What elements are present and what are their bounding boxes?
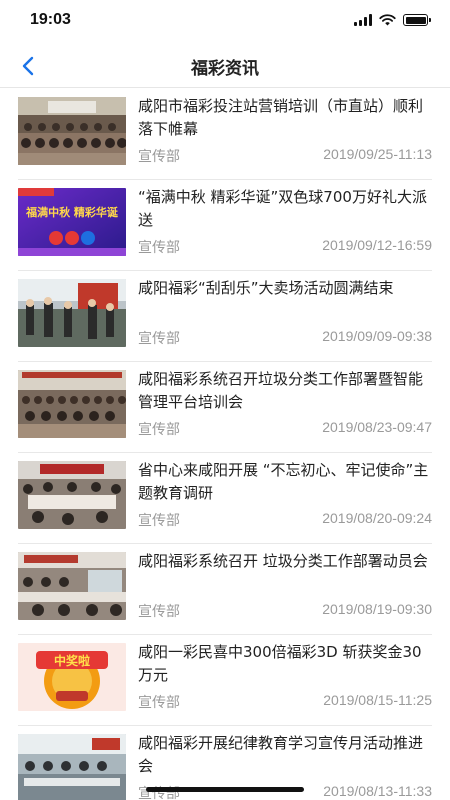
news-title: 咸阳市福彩投注站营销培训（市直站）顺利落下帷幕 xyxy=(138,97,424,138)
news-thumbnail xyxy=(18,734,126,800)
news-thumbnail: 福满中秋 精彩华诞 xyxy=(18,188,126,256)
news-item[interactable]: 省中心来咸阳开展 “不忘初心、牢记使命”主题教育调研 宣传部 2019/08/2… xyxy=(18,453,432,544)
news-date: 2019/08/20-09:24 xyxy=(322,510,432,526)
news-date: 2019/09/09-09:38 xyxy=(322,328,432,344)
news-item[interactable]: 咸阳市福彩投注站营销培训（市直站）顺利落下帷幕 宣传部 2019/09/25-1… xyxy=(18,89,432,180)
news-list[interactable]: 咸阳市福彩投注站营销培训（市直站）顺利落下帷幕 宣传部 2019/09/25-1… xyxy=(0,89,450,800)
news-title: 咸阳一彩民喜中300倍福彩3D 斩获奖金30万元 xyxy=(138,643,422,684)
news-source: 宣传部 xyxy=(138,604,180,620)
news-date: 2019/08/19-09:30 xyxy=(322,601,432,617)
news-title: 咸阳福彩开展纪律教育学习宣传月活动推进会 xyxy=(138,734,424,775)
thumbnail-banner-text: 福满中秋 精彩华诞 xyxy=(25,205,119,219)
news-item[interactable]: 中奖啦 咸阳一彩民喜中300倍福彩3D 斩获奖金30万元 宣传部 2019/08… xyxy=(18,635,432,726)
news-item[interactable]: 咸阳福彩“刮刮乐”大卖场活动圆满结束 宣传部 2019/09/09-09:38 xyxy=(18,271,432,362)
news-date: 2019/08/15-11:25 xyxy=(323,692,432,708)
news-thumbnail xyxy=(18,552,126,620)
news-thumbnail: 中奖啦 xyxy=(18,643,126,711)
news-title: 省中心来咸阳开展 “不忘初心、牢记使命”主题教育调研 xyxy=(138,461,429,502)
news-date: 2019/08/23-09:47 xyxy=(322,419,432,435)
news-thumbnail xyxy=(18,461,126,529)
thumbnail-banner-text: 中奖啦 xyxy=(54,653,90,668)
news-source: 宣传部 xyxy=(138,240,180,256)
news-date: 2019/09/25-11:13 xyxy=(323,146,432,162)
news-thumbnail xyxy=(18,279,126,347)
news-source: 宣传部 xyxy=(138,149,180,165)
news-item[interactable]: 福满中秋 精彩华诞 “福满中秋 精彩华诞”双色球700万好礼大派送 宣传部 20… xyxy=(18,180,432,271)
news-date: 2019/09/12-16:59 xyxy=(322,237,432,253)
news-item[interactable]: 咸阳福彩系统召开垃圾分类工作部署暨智能管理平台培训会 宣传部 2019/08/2… xyxy=(18,362,432,453)
page-title: 福彩资讯 xyxy=(191,59,259,79)
news-title: 咸阳福彩“刮刮乐”大卖场活动圆满结束 xyxy=(138,279,394,297)
news-source: 宣传部 xyxy=(138,422,180,438)
news-source: 宣传部 xyxy=(138,331,180,347)
news-title: 咸阳福彩系统召开垃圾分类工作部署暨智能管理平台培训会 xyxy=(138,370,424,411)
cellular-signal-icon xyxy=(354,14,372,26)
status-icons xyxy=(354,14,431,26)
battery-icon xyxy=(403,14,431,26)
news-thumbnail xyxy=(18,97,126,165)
news-date: 2019/08/13-11:33 xyxy=(323,783,432,799)
news-source: 宣传部 xyxy=(138,513,180,529)
status-bar: 19:03 xyxy=(0,0,450,44)
nav-bar: 福彩资讯 xyxy=(0,44,450,88)
status-time: 19:03 xyxy=(30,11,71,28)
news-title: “福满中秋 精彩华诞”双色球700万好礼大派送 xyxy=(138,188,427,229)
news-source: 宣传部 xyxy=(138,695,180,711)
wifi-icon xyxy=(379,14,396,26)
home-indicator xyxy=(146,787,304,792)
news-item[interactable]: 咸阳福彩系统召开 垃圾分类工作部署动员会 宣传部 2019/08/19-09:3… xyxy=(18,544,432,635)
news-thumbnail xyxy=(18,370,126,438)
news-title: 咸阳福彩系统召开 垃圾分类工作部署动员会 xyxy=(138,552,428,570)
